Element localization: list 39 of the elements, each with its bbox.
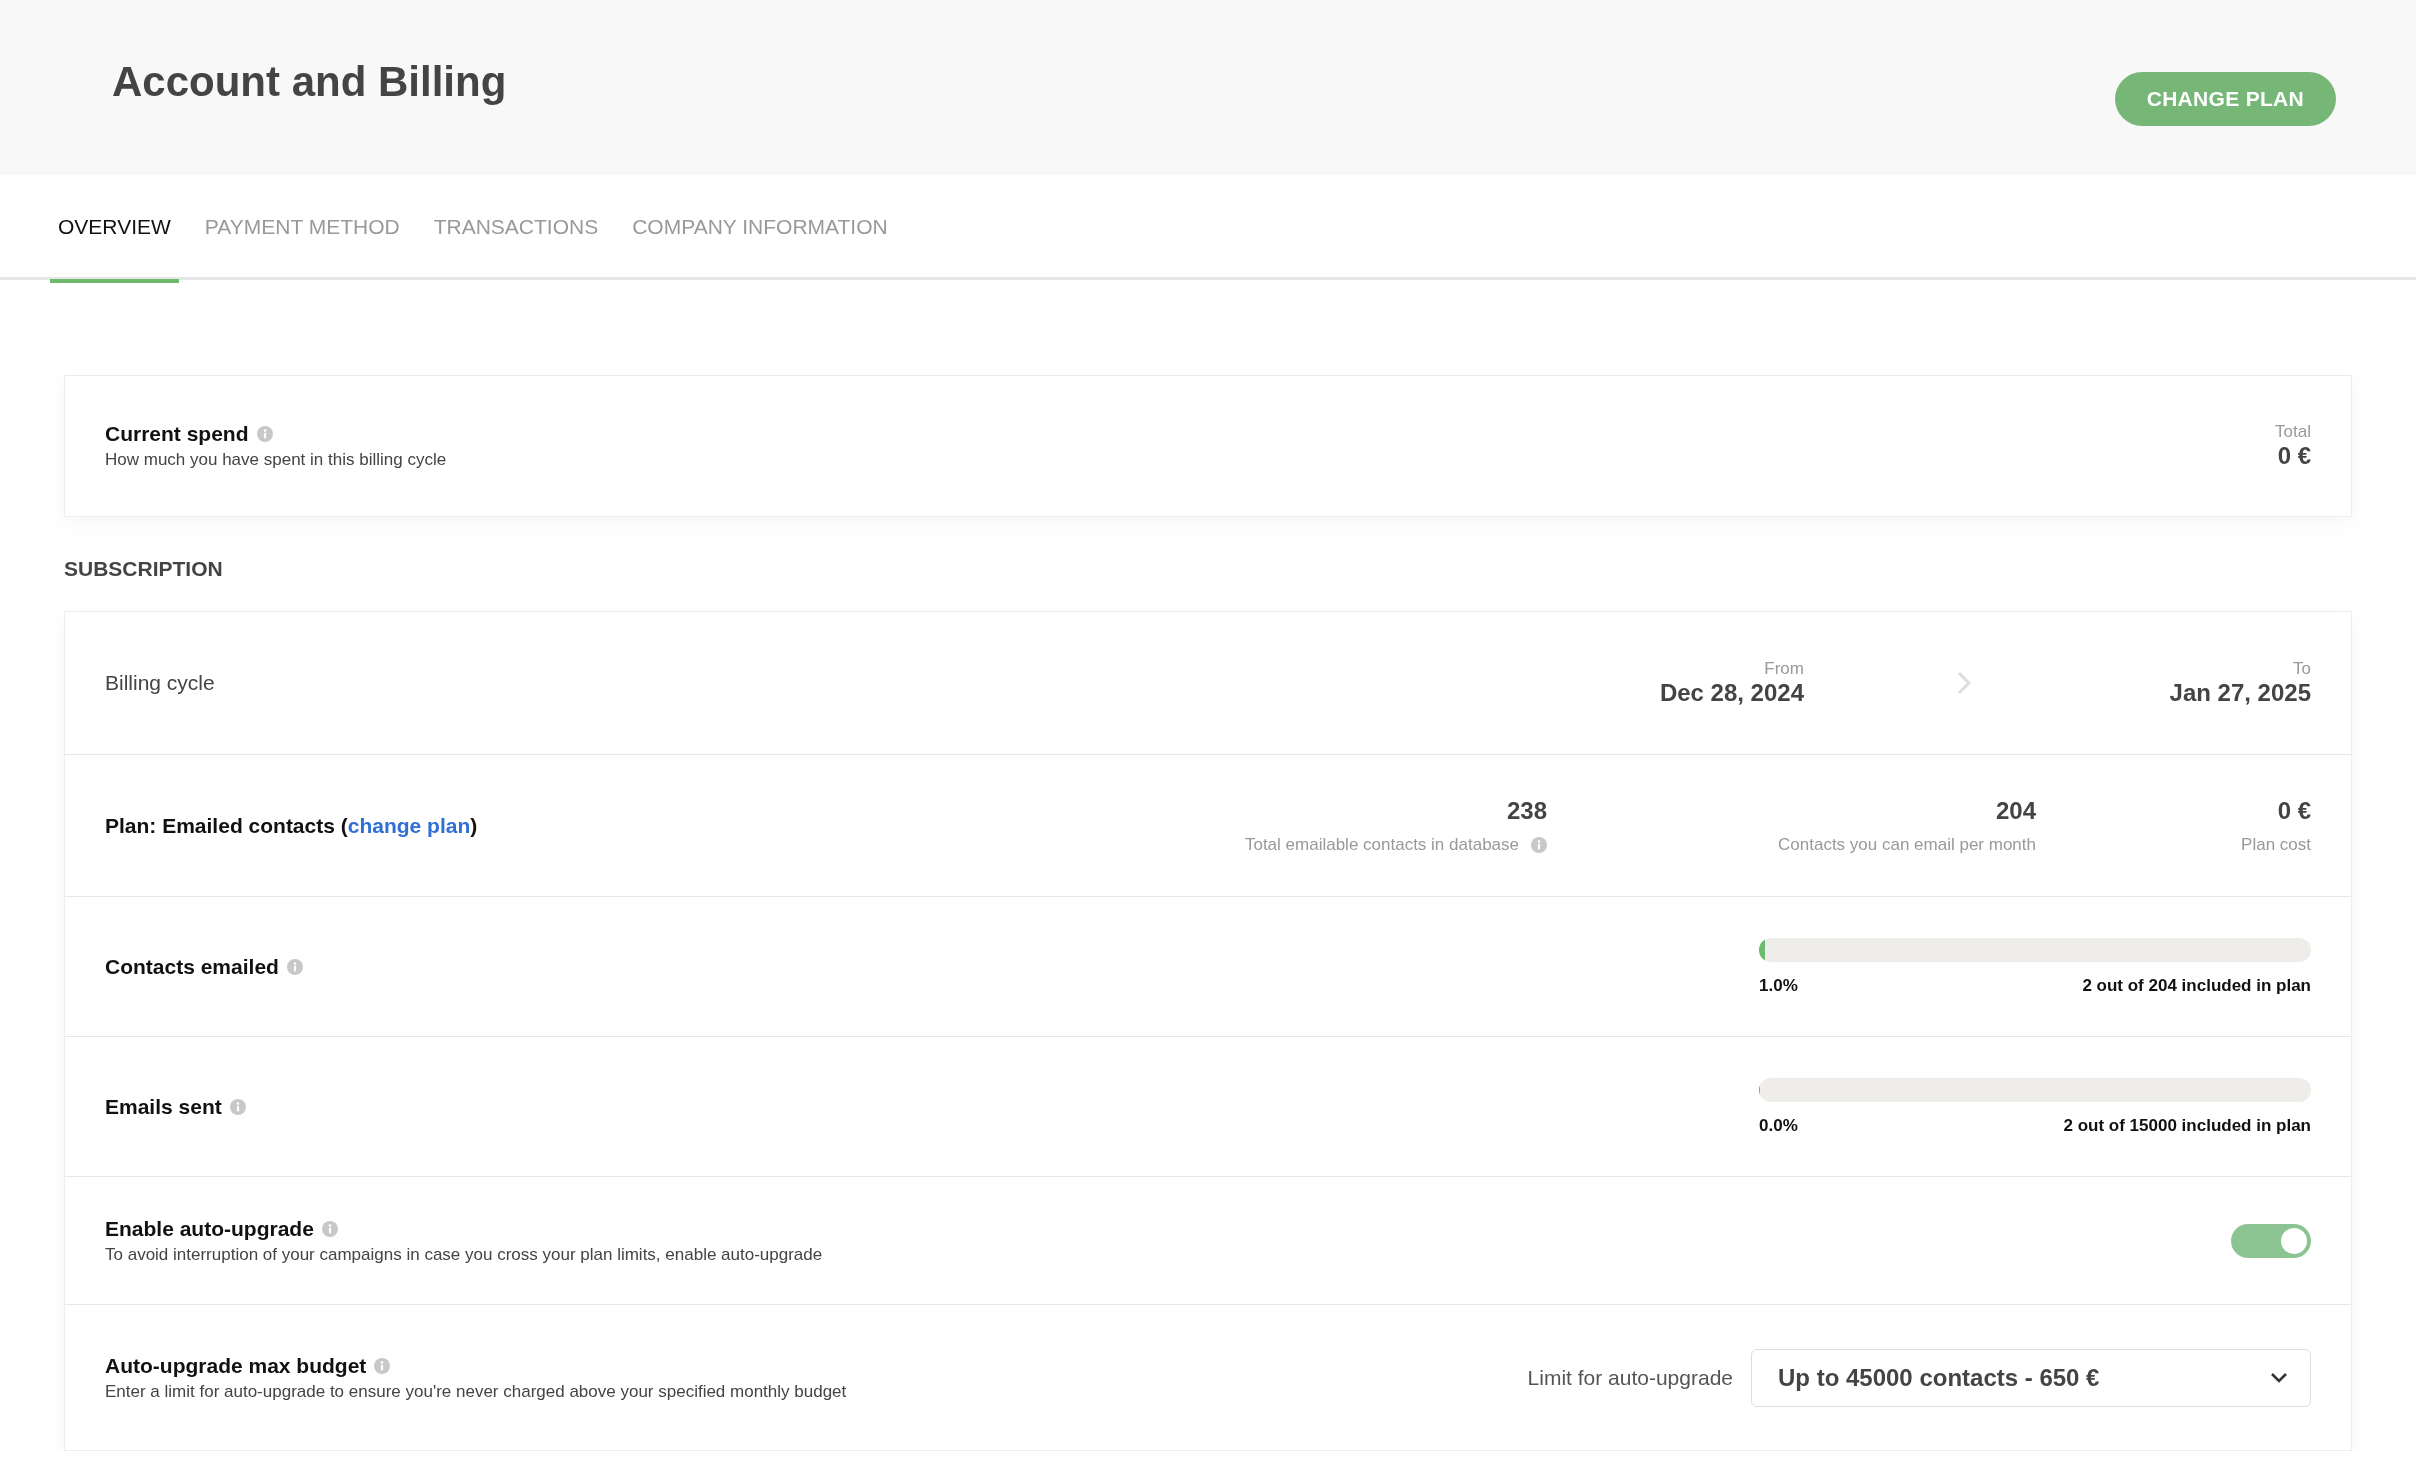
chevron-right-icon [1957,671,1971,695]
usage-detail: 2 out of 204 included in plan [2082,975,2311,996]
chevron-down-icon [2270,1371,2288,1384]
limit-label: Limit for auto-upgrade [1527,1365,1733,1390]
auto-upgrade-toggle[interactable] [2231,1223,2311,1258]
row-description: To avoid interruption of your campaigns in case you cross your plan limits, enable auto-upgrade [105,1244,824,1265]
usage-percent: 0.0% [1759,1115,1798,1136]
change-plan-link[interactable]: change plan [347,813,471,837]
row-description: Enter a limit for auto-upgrade to ensure you're never charged above your specified monthly budget [105,1381,848,1402]
row-title: Contacts emailed [105,954,279,979]
stat-value: 0 € [2277,796,2311,825]
usage-percent: 1.0% [1759,975,1798,996]
from-label: From [1764,659,1804,679]
tab[interactable]: COMPANY INFORMATION [624,175,896,283]
row-title: Enable auto-upgrade [105,1216,314,1241]
to-label: To [2293,659,2311,679]
stat-caption: Total emailable contacts in database [1244,834,1519,855]
row-title: Billing cycle [105,671,216,695]
page-title: Account and Billing [112,57,507,106]
from-date: Dec 28, 2024 [1659,679,1804,707]
stat-caption: Contacts you can email per month [1778,834,2036,855]
to-date: Jan 27, 2025 [2169,679,2311,707]
budget-select[interactable]: Up to 45000 contacts - 650 € [1751,1348,2311,1407]
change-plan-button[interactable]: CHANGE PLAN [2114,71,2336,126]
total-label: Total [2275,422,2311,442]
tab[interactable]: TRANSACTIONS [425,175,607,283]
tab[interactable]: OVERVIEW [50,175,179,283]
row-title: Auto-upgrade max budget [105,1353,367,1378]
section-heading: SUBSCRIPTION [64,557,224,581]
row-description: How much you have spent in this billing cycle [105,450,448,470]
usage-detail: 2 out of 15000 included in plan [2063,1115,2311,1136]
tab[interactable]: PAYMENT METHOD [196,175,408,283]
total-value: 0 € [2277,442,2311,470]
stat-caption: Plan cost [2241,834,2311,855]
row-title: Emails sent [105,1094,222,1119]
stat-value: 204 [1995,796,2036,825]
stat-value: 238 [1506,796,1547,825]
row-title: Current spend [105,422,249,446]
plan-label: Plan: Emailed contacts (change plan) [105,813,479,838]
